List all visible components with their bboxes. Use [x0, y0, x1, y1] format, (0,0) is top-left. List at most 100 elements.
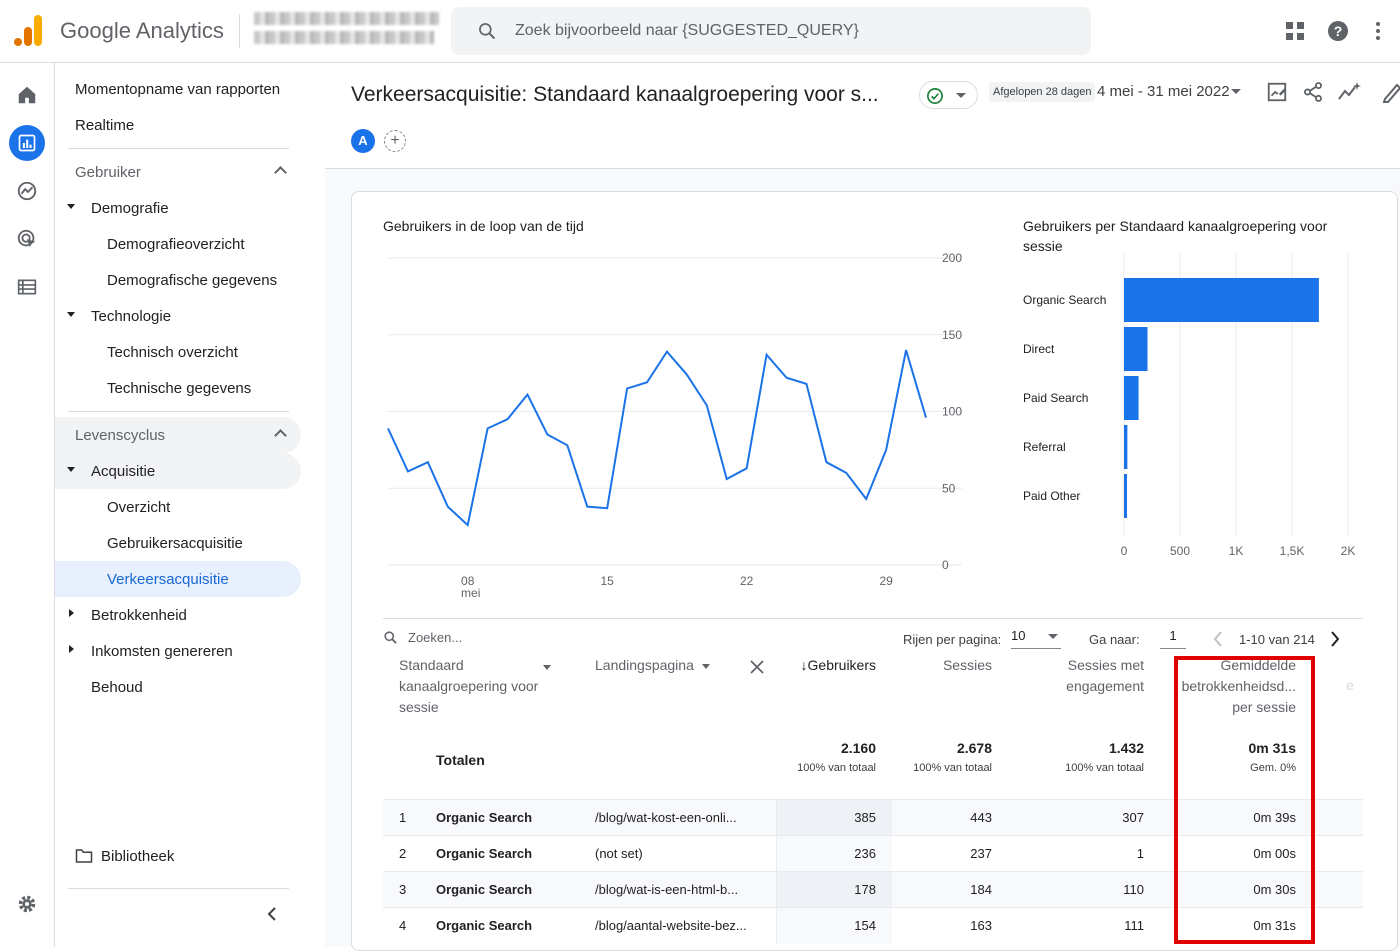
y-tick-label: 100: [942, 405, 962, 419]
comparison-avatar[interactable]: A: [351, 129, 375, 153]
collapse-nav-icon[interactable]: [265, 906, 279, 922]
edit-pencil-icon[interactable]: [1383, 81, 1400, 103]
row-users: 178: [854, 882, 876, 897]
account-selector[interactable]: [254, 9, 439, 47]
nav-section-levenscyclus[interactable]: Levenscyclus: [55, 417, 301, 453]
totals-engaged: 1.432: [1108, 740, 1144, 756]
x-tick-label: 15: [601, 574, 615, 588]
nav-section-gebruiker[interactable]: Gebruiker: [55, 154, 301, 190]
bar-direct: [1124, 327, 1148, 371]
nav-item-momentopname[interactable]: Momentopname van rapporten: [55, 71, 301, 107]
report-header: Verkeersacquisitie: Standaard kanaalgroe…: [325, 63, 1400, 169]
bar-organic-search: [1124, 278, 1319, 322]
nav-item-inkomsten-genereren[interactable]: Inkomsten genereren: [55, 633, 301, 669]
add-comparison-button[interactable]: +: [384, 130, 406, 152]
nav-item-behoud[interactable]: Behoud: [55, 669, 301, 705]
nav-item-bibliotheek[interactable]: Bibliotheek: [55, 838, 301, 874]
row-channel[interactable]: Organic Search: [436, 810, 532, 825]
nav-item-demografie[interactable]: Demografie: [55, 190, 301, 226]
totals-sessions-sub: 100% van totaal: [913, 762, 992, 774]
nav-item-label: Technologie: [91, 307, 172, 325]
more-vert-icon[interactable]: [1366, 19, 1390, 43]
prev-page-icon[interactable]: [1212, 631, 1224, 647]
bar-referral: [1124, 425, 1128, 469]
share-icon[interactable]: [1302, 81, 1324, 103]
row-landing-page[interactable]: /blog/wat-kost-een-onli...: [595, 810, 737, 825]
next-page-icon[interactable]: [1329, 631, 1341, 647]
explore-icon[interactable]: [9, 173, 45, 209]
bar-category-label: Organic Search: [1023, 293, 1106, 307]
line-chart[interactable]: 20015010050008 15 22 29mei: [352, 192, 992, 612]
nav-item-label: Bibliotheek: [101, 847, 175, 865]
nav-item-technologie[interactable]: Technologie: [55, 298, 301, 334]
bar-chart[interactable]: 0 500 1K 1,5K 2K Organic Search Direct Paid Sea…: [992, 192, 1398, 612]
rows-per-page-select[interactable]: 10: [1011, 625, 1061, 649]
row-landing-page[interactable]: /blog/aantal-website-bez...: [595, 918, 747, 933]
left-rail: [0, 63, 55, 947]
column-header-sessions[interactable]: Sessies: [892, 655, 992, 676]
date-preset-chip[interactable]: Afgelopen 28 dagen: [989, 82, 1096, 102]
nav-item-gebruikersacquisitie[interactable]: Gebruikersacquisitie: [55, 525, 301, 561]
x-tick-label: 1,5K: [1280, 544, 1305, 558]
nav-item-demografieoverzicht[interactable]: Demografieoverzicht: [55, 226, 301, 262]
nav-item-technische-gegevens[interactable]: Technische gegevens: [55, 370, 301, 406]
nav-item-demografische-gegevens[interactable]: Demografische gegevens: [55, 262, 301, 298]
nav-item-overzicht[interactable]: Overzicht: [55, 489, 301, 525]
apps-grid-icon[interactable]: [1283, 19, 1307, 43]
column-header-engaged-sessions[interactable]: Sessies met engagement: [1008, 655, 1144, 697]
column-header-users[interactable]: ↓Gebruikers: [776, 655, 876, 676]
bar-category-label: Paid Other: [1023, 489, 1080, 503]
analytics-logo-icon[interactable]: [14, 15, 42, 46]
totals-label: Totalen: [436, 752, 485, 768]
reports-icon[interactable]: [9, 125, 45, 161]
svg-text:?: ?: [1334, 23, 1343, 39]
help-icon[interactable]: ?: [1326, 19, 1350, 43]
nav-item-realtime[interactable]: Realtime: [55, 107, 301, 143]
expand-right-icon: [69, 645, 74, 653]
row-users: 236: [854, 846, 876, 861]
row-landing-page[interactable]: /blog/wat-is-een-html-b...: [595, 882, 738, 897]
table-search[interactable]: [383, 630, 608, 645]
row-channel[interactable]: Organic Search: [436, 882, 532, 897]
home-icon[interactable]: [9, 77, 45, 113]
remove-dimension-icon[interactable]: [750, 660, 764, 674]
row-channel[interactable]: Organic Search: [436, 846, 532, 861]
totals-engaged-sub: 100% van totaal: [1065, 762, 1144, 774]
product-name: Google Analytics: [60, 18, 224, 43]
nav-section-label: Gebruiker: [75, 163, 141, 181]
row-landing-page[interactable]: (not set): [595, 846, 643, 861]
configure-list-icon[interactable]: [9, 269, 45, 305]
dropdown-caret-icon: [701, 663, 710, 669]
column-label: Gebruikers: [807, 657, 876, 673]
row-sessions: 443: [970, 810, 992, 825]
row-channel[interactable]: Organic Search: [436, 918, 532, 933]
bar-paid-search: [1124, 376, 1139, 420]
row-users: 385: [854, 810, 876, 825]
nav-item-acquisitie[interactable]: Acquisitie: [55, 453, 301, 489]
goto-page-input[interactable]: 1: [1160, 625, 1186, 649]
advertising-icon[interactable]: [9, 221, 45, 257]
y-tick-label: 50: [942, 481, 956, 495]
expand-down-icon: [67, 204, 75, 209]
nav-item-verkeersacquisitie[interactable]: Verkeersacquisitie: [55, 561, 301, 597]
date-range-picker[interactable]: 4 mei - 31 mei 2022: [1097, 83, 1230, 100]
table-search-input[interactable]: [408, 630, 608, 645]
dropdown-caret-icon[interactable]: [543, 665, 551, 670]
admin-gear-icon[interactable]: [9, 886, 45, 922]
nav-item-betrokkenheid[interactable]: Betrokkenheid: [55, 597, 301, 633]
row-sessions: 237: [970, 846, 992, 861]
nav-item-label: Acquisitie: [91, 462, 156, 480]
insights-icon[interactable]: [1337, 81, 1361, 103]
column-header-landing-page[interactable]: Landingspagina: [595, 655, 710, 676]
search-input[interactable]: [515, 19, 1075, 43]
x-tick-label: 500: [1170, 544, 1190, 558]
date-dropdown-icon[interactable]: [1231, 89, 1241, 94]
column-header-channel[interactable]: Standaard kanaalgroepering voor sessie: [399, 655, 549, 718]
search-bar[interactable]: [451, 7, 1091, 55]
bar-paid-other: [1124, 474, 1127, 518]
red-highlight-box: [1174, 656, 1315, 944]
nav-divider: [68, 411, 289, 412]
status-chip[interactable]: [919, 81, 978, 109]
customize-report-icon[interactable]: [1266, 81, 1288, 103]
nav-item-technisch-overzicht[interactable]: Technisch overzicht: [55, 334, 301, 370]
